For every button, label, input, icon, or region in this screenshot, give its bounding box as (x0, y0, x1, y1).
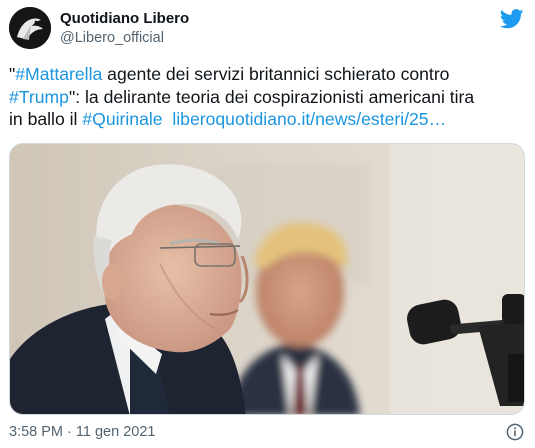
tweet-text-fragment: agente dei servizi britannici schierato … (102, 64, 450, 84)
avatar[interactable] (9, 7, 51, 49)
tweet-line-2: #Trump": la delirante teoria dei cospira… (9, 86, 529, 109)
account-handle[interactable]: @Libero_official (60, 30, 164, 46)
display-name[interactable]: Quotidiano Libero (60, 10, 189, 27)
tweet-timestamp[interactable]: 3:58 PM · 11 gen 2021 (9, 424, 155, 440)
hashtag-mattarella[interactable]: #Mattarella (15, 64, 102, 84)
hashtag-trump[interactable]: #Trump (9, 87, 69, 107)
photo-illustration (10, 144, 524, 414)
hashtag-quirinale[interactable]: #Quirinale (82, 109, 162, 129)
tweet-line-3: in ballo il #Quirinale liberoquotidiano.… (9, 108, 529, 131)
tweet-text: "#Mattarella agente dei servizi britanni… (9, 63, 529, 131)
tweet-text-gap (163, 109, 173, 129)
info-icon[interactable] (506, 423, 524, 441)
tweet-line-1: "#Mattarella agente dei servizi britanni… (9, 63, 529, 86)
tweet-card: Quotidiano Libero @Libero_official "#Mat… (0, 0, 535, 448)
libero-logo-icon (9, 7, 51, 49)
tweet-photo[interactable] (9, 143, 525, 415)
tweet-text-fragment: ": la delirante teoria dei cospirazionis… (68, 86, 475, 107)
tweet-text-fragment: in ballo il (9, 109, 83, 129)
article-link[interactable]: liberoquotidiano.it/news/esteri/25… (172, 109, 446, 129)
twitter-bird-icon[interactable] (499, 9, 524, 29)
